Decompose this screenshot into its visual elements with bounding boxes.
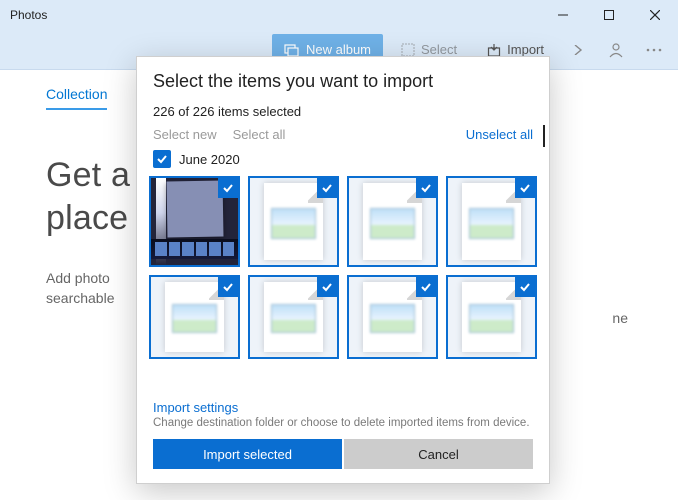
thumbnail-checkmark[interactable]	[515, 178, 535, 198]
month-checkbox[interactable]	[153, 150, 171, 168]
hero-line2: place	[46, 199, 128, 237]
app-title: Photos	[10, 8, 540, 22]
thumbnail-checkmark[interactable]	[218, 277, 238, 297]
more-button[interactable]	[638, 34, 670, 66]
dialog-title: Select the items you want to import	[153, 71, 533, 92]
thumbnail-checkmark[interactable]	[416, 277, 436, 297]
thumbnail-item[interactable]	[446, 176, 537, 267]
check-icon	[519, 281, 531, 293]
month-group-header[interactable]: June 2020	[153, 150, 533, 168]
selection-count: 226 of 226 items selected	[153, 104, 533, 119]
check-icon	[321, 281, 333, 293]
month-label: June 2020	[179, 152, 240, 167]
import-label: Import	[507, 42, 544, 57]
hero-line1: Get a	[46, 156, 130, 194]
check-icon	[321, 182, 333, 194]
select-all-link[interactable]: Select all	[233, 127, 286, 142]
minimize-button[interactable]	[540, 0, 586, 30]
new-album-label: New album	[306, 42, 371, 57]
title-bar: Photos	[0, 0, 678, 30]
select-label: Select	[421, 42, 457, 57]
cancel-button[interactable]: Cancel	[344, 439, 533, 469]
thumbnail-checkmark[interactable]	[515, 277, 535, 297]
chevron-right-icon	[573, 45, 583, 55]
tab-collection[interactable]: Collection	[46, 86, 107, 110]
maximize-icon	[604, 10, 614, 20]
minimize-icon	[558, 10, 568, 20]
unselect-all-link[interactable]: Unselect all	[466, 127, 533, 142]
thumbnail-item[interactable]	[347, 176, 438, 267]
check-icon	[156, 153, 168, 165]
close-icon	[650, 10, 660, 20]
thumbnail-item[interactable]	[248, 176, 339, 267]
more-icon	[646, 48, 662, 52]
thumbnail-checkmark[interactable]	[317, 178, 337, 198]
thumbnail-checkmark[interactable]	[218, 178, 238, 198]
select-icon	[401, 43, 415, 57]
check-icon	[420, 182, 432, 194]
thumbnail-grid-row2	[137, 275, 549, 359]
thumbnail-checkmark[interactable]	[416, 178, 436, 198]
person-icon	[608, 42, 624, 58]
import-settings-link[interactable]: Import settings	[153, 400, 533, 415]
thumbnail-checkmark[interactable]	[317, 277, 337, 297]
select-new-link[interactable]: Select new	[153, 127, 217, 142]
check-icon	[222, 182, 234, 194]
thumbnail-item[interactable]	[248, 275, 339, 359]
thumbnail-item[interactable]	[446, 275, 537, 359]
import-settings-description: Change destination folder or choose to d…	[153, 417, 533, 429]
trailing-text: ne	[612, 310, 628, 326]
nav-forward-button[interactable]	[562, 34, 594, 66]
check-icon	[519, 182, 531, 194]
import-dialog: Select the items you want to import 226 …	[136, 56, 550, 484]
thumbnail-item[interactable]	[149, 275, 240, 359]
import-selected-button[interactable]: Import selected	[153, 439, 342, 469]
maximize-button[interactable]	[586, 0, 632, 30]
sub-line2: searchable	[46, 290, 115, 306]
account-button[interactable]	[600, 34, 632, 66]
scrollbar-track[interactable]	[543, 125, 545, 147]
sub-line1: Add photo	[46, 270, 110, 286]
thumbnail-grid	[137, 176, 549, 267]
import-icon	[487, 43, 501, 57]
thumbnail-item[interactable]	[149, 176, 240, 267]
thumbnail-item[interactable]	[347, 275, 438, 359]
check-icon	[222, 281, 234, 293]
check-icon	[420, 281, 432, 293]
close-button[interactable]	[632, 0, 678, 30]
